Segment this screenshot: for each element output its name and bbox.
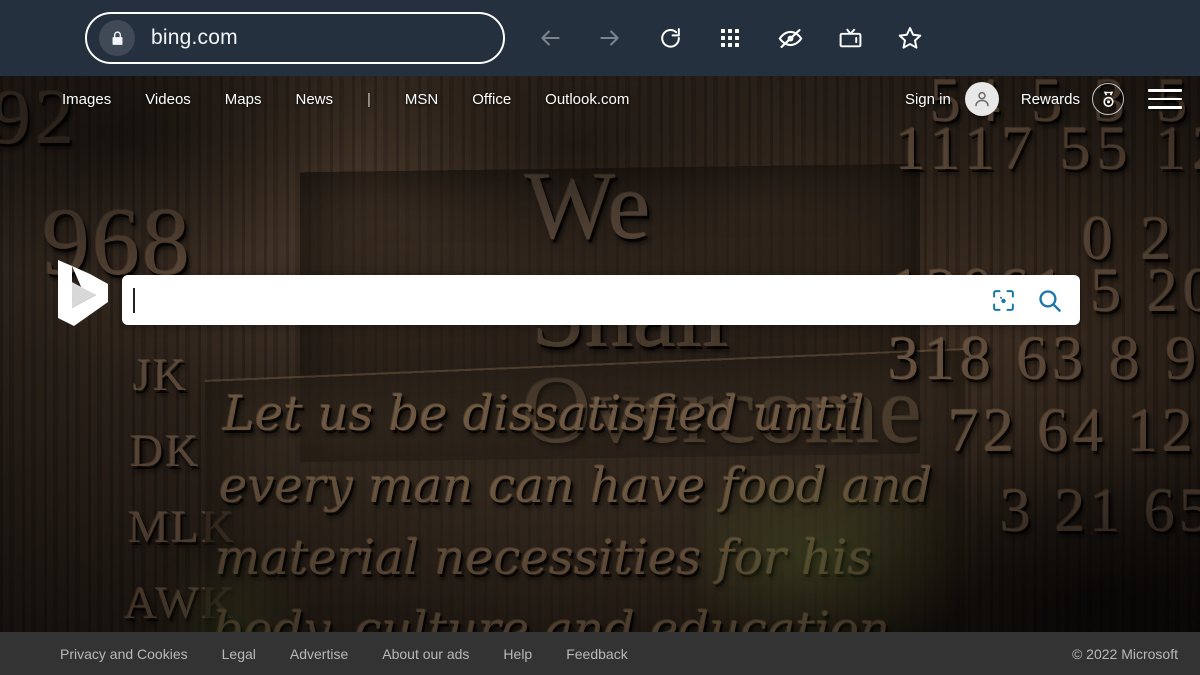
visual-search-camera-icon[interactable] — [980, 275, 1026, 325]
search-input-caret — [133, 288, 135, 313]
bing-logo-icon[interactable] — [52, 258, 114, 328]
footer-copyright: © 2022 Microsoft — [1071, 645, 1178, 662]
reload-button[interactable] — [640, 0, 700, 76]
back-button[interactable] — [520, 0, 580, 76]
bing-homepage-hero: 92 968 JK DK MLK AWK CK We Shall Overcom… — [0, 76, 1200, 675]
nav-link-videos[interactable]: Videos — [145, 91, 191, 108]
bing-nav-account-area: Sign in Rewards — [905, 76, 1182, 122]
url-text: bing.com — [151, 26, 238, 49]
magnifier-search-icon[interactable] — [1026, 275, 1072, 325]
footer-link-feedback[interactable]: Feedback — [566, 646, 627, 662]
eye-off-icon-button[interactable] — [760, 0, 820, 76]
search-input[interactable] — [134, 285, 980, 315]
footer-links: Privacy and Cookies Legal Advertise Abou… — [60, 646, 628, 662]
avatar[interactable] — [964, 82, 999, 116]
footer-link-privacy[interactable]: Privacy and Cookies — [60, 646, 188, 662]
star-icon-button[interactable] — [880, 0, 940, 76]
nav-separator: | — [367, 90, 371, 108]
lock-icon — [99, 20, 135, 56]
nav-link-news[interactable]: News — [295, 91, 333, 108]
search-box[interactable] — [122, 275, 1080, 325]
footer-link-about-our-ads[interactable]: About our ads — [382, 646, 469, 662]
bing-top-navigation: Images Videos Maps News | MSN Office Out… — [0, 76, 1200, 122]
nav-link-maps[interactable]: Maps — [225, 91, 262, 108]
hero-background-image: 92 968 JK DK MLK AWK CK We Shall Overcom… — [0, 76, 1200, 675]
footer-link-help[interactable]: Help — [503, 646, 532, 662]
apps-button[interactable] — [700, 0, 760, 76]
address-bar[interactable]: bing.com — [85, 12, 505, 64]
browser-nav-icons — [520, 0, 940, 76]
footer-link-legal[interactable]: Legal — [222, 646, 256, 662]
bing-nav-links: Images Videos Maps News | MSN Office Out… — [62, 91, 629, 108]
nav-link-images[interactable]: Images — [62, 91, 111, 108]
footer-link-advertise[interactable]: Advertise — [290, 646, 348, 662]
tv-icon-button[interactable] — [820, 0, 880, 76]
nav-link-outlook[interactable]: Outlook.com — [545, 91, 629, 108]
page-footer: Privacy and Cookies Legal Advertise Abou… — [0, 632, 1200, 675]
hamburger-menu-icon[interactable] — [1148, 84, 1182, 114]
browser-window: bing.com Images Videos Maps News | MSN O… — [0, 0, 1200, 675]
nav-link-office[interactable]: Office — [472, 91, 511, 108]
medal-icon[interactable] — [1092, 83, 1124, 115]
browser-toolbar: bing.com — [0, 0, 1200, 76]
sign-in-link[interactable]: Sign in — [905, 91, 951, 108]
nav-link-msn[interactable]: MSN — [405, 91, 438, 108]
forward-button[interactable] — [580, 0, 640, 76]
rewards-link[interactable]: Rewards — [1021, 91, 1080, 108]
hero-grime-overlay — [0, 76, 1200, 675]
